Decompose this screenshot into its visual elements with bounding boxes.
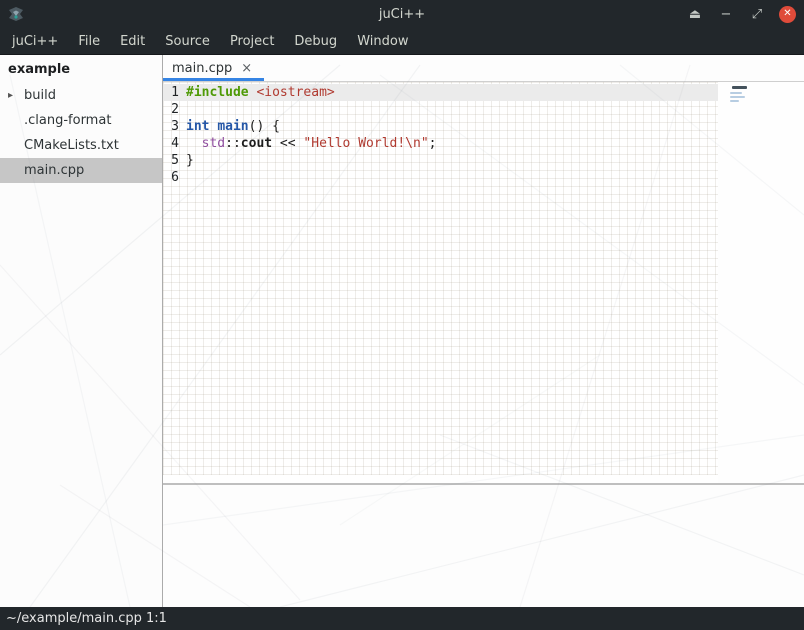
line-number: 6 (166, 170, 179, 185)
output-panel[interactable] (163, 485, 804, 607)
file-tree-panel: example ▸ build .clang-format CMakeLists.tx… (0, 55, 163, 607)
line-content: #include <iostream> (186, 85, 335, 100)
tree-item-main-cpp[interactable]: main.cpp (0, 158, 162, 183)
menu-edit[interactable]: Edit (110, 28, 155, 54)
code-lines: 1#include <iostream>23int main() {4 std:… (163, 82, 718, 186)
line-number: 3 (166, 119, 179, 134)
line-number: 2 (166, 102, 179, 117)
tree-item-cmakelists-txt[interactable]: CMakeLists.txt (0, 133, 162, 158)
minimize-button[interactable]: − (717, 8, 735, 21)
status-file-position: ~/example/main.cpp 1:1 (6, 611, 167, 626)
overview-mark (730, 96, 745, 98)
titlebar[interactable]: juCi++ ⏏−⤢ ✕ (0, 0, 804, 28)
window-controls: ⏏−⤢ ✕ (686, 0, 796, 28)
overview-mark (732, 86, 747, 89)
app-window: juCi++ ⏏−⤢✕ juCi++FileEditSourceProjectD… (0, 0, 804, 630)
menu-juci[interactable]: juCi++ (2, 28, 68, 54)
code-line[interactable]: 6 (163, 169, 718, 186)
content-area: example ▸ build .clang-format CMakeLists.tx… (0, 55, 804, 607)
tab-bar: main.cpp × (163, 55, 804, 82)
menu-window[interactable]: Window (347, 28, 418, 54)
overview-mark (730, 92, 742, 94)
menu-source[interactable]: Source (155, 28, 220, 54)
code-line[interactable]: 2 (163, 101, 718, 118)
expander-icon[interactable]: ▸ (8, 90, 13, 101)
overview-mark (730, 100, 739, 102)
code-line[interactable]: 5} (163, 152, 718, 169)
tab-close-icon[interactable]: × (241, 62, 252, 75)
line-number: 1 (166, 85, 179, 100)
editor[interactable]: 1#include <iostream>23int main() {4 std:… (163, 82, 804, 483)
window-title: juCi++ (0, 7, 804, 22)
line-number: 4 (166, 136, 179, 151)
tree-item-label: main.cpp (24, 163, 84, 178)
code-line[interactable]: 4 std::cout << "Hello World!\n"; (163, 135, 718, 152)
tree-item-label: build (24, 88, 56, 103)
line-content: std::cout << "Hello World!\n"; (186, 136, 436, 151)
tab-main-cpp[interactable]: main.cpp × (163, 55, 264, 81)
main-panel: main.cpp × 1 #include <iostream> 2 3 int main… (163, 55, 804, 607)
line-content: int main() { (186, 119, 280, 134)
restore-button[interactable]: ⤢ (748, 8, 766, 21)
tree-item-label: .clang-format (24, 113, 111, 128)
menu-file[interactable]: File (68, 28, 110, 54)
line-number: 5 (166, 153, 179, 168)
tree-item-build[interactable]: ▸ build (0, 83, 162, 108)
tree-item--clang-format[interactable]: .clang-format (0, 108, 162, 133)
tree-item-label: CMakeLists.txt (24, 138, 119, 153)
code-line[interactable]: 3 int main() { (163, 118, 718, 135)
close-button[interactable]: ✕ (779, 6, 796, 23)
tab-label: main.cpp (172, 61, 232, 76)
line-content: } (186, 153, 194, 168)
scrollbar-overview[interactable] (718, 82, 804, 483)
menu-debug[interactable]: Debug (284, 28, 347, 54)
keep-above-button[interactable]: ⏏ (686, 8, 704, 21)
code-line[interactable]: 1 #include <iostream> (163, 84, 718, 101)
tree-root-folder[interactable]: example (0, 55, 162, 83)
status-bar: ~/example/main.cpp 1:1 (0, 607, 804, 630)
menu-project[interactable]: Project (220, 28, 284, 54)
menubar: juCi++FileEditSourceProjectDebugWindow (0, 28, 804, 55)
tree-items: ▸ build .clang-format CMakeLists.txt main.cp… (0, 83, 162, 183)
